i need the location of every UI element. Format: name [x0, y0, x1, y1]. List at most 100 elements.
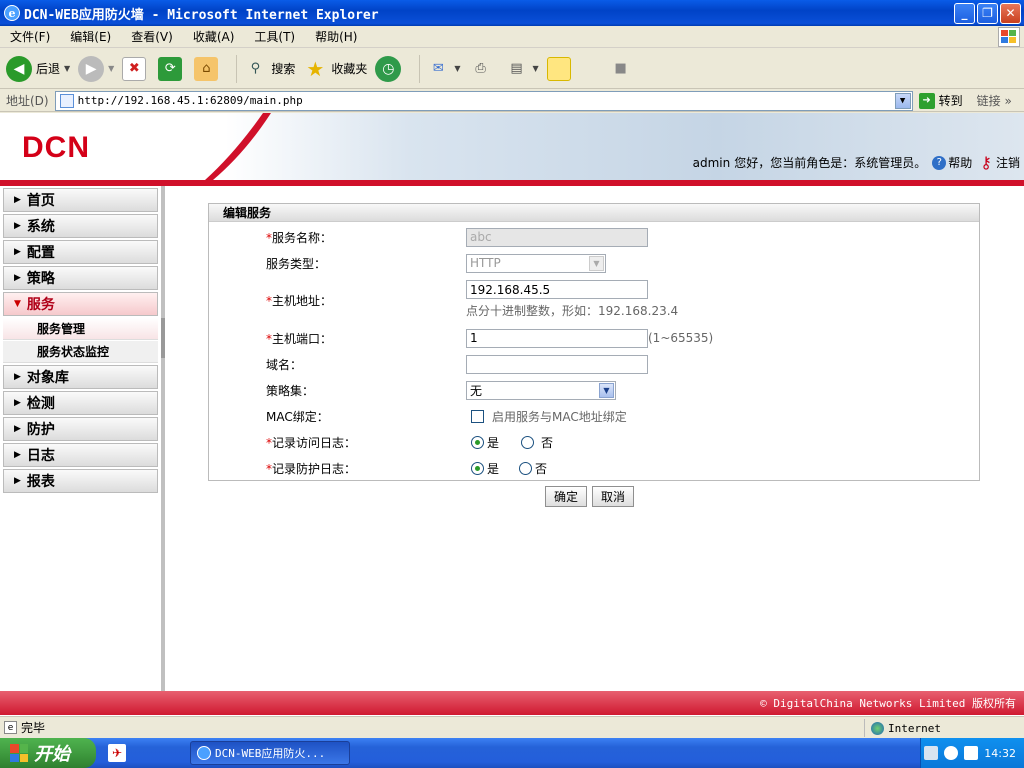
access-log-yes-radio[interactable] — [471, 435, 484, 449]
row-host-port: *主机端口： 1 (1~65535) — [209, 326, 979, 350]
menu-file[interactable]: 文件(F) — [0, 28, 60, 45]
search-icon: ⚲ — [250, 61, 261, 76]
globe-icon — [871, 721, 884, 735]
nav-system[interactable]: ▶ 系统 — [3, 214, 158, 238]
row-host-address: *主机地址： 192.168.45.5 点分十进制整数，形如：192.168.2… — [209, 280, 979, 320]
host-address-input[interactable]: 192.168.45.5 — [466, 280, 648, 299]
quicklaunch-icon[interactable]: ✈ — [108, 744, 126, 762]
row-policy-set: 策略集： 无 ▼ — [209, 378, 979, 402]
menu-tools[interactable]: 工具(T) — [244, 28, 305, 45]
stop-icon: ✖ — [122, 56, 147, 81]
caret-right-icon: ▶ — [14, 273, 21, 283]
tray-collapse-icon[interactable] — [944, 746, 959, 760]
minimize-button[interactable]: _ — [954, 2, 975, 24]
label-service-type: 服务类型： — [266, 256, 327, 271]
row-domain: 域名： — [209, 352, 979, 376]
back-button[interactable]: ◀ 后退 ▼ — [6, 55, 70, 82]
forward-button[interactable]: ▶ ▼ — [78, 55, 114, 82]
caret-right-icon: ▶ — [14, 247, 21, 257]
row-access-log: *记录访问日志： 是 否 — [266, 435, 554, 450]
row-mac-binding: MAC绑定： 启用服务与MAC地址绑定 — [209, 404, 979, 428]
home-button[interactable]: ⌂ — [194, 56, 222, 81]
nav-service-management[interactable]: 服务管理 — [3, 318, 158, 340]
ok-button[interactable]: 确定 — [545, 486, 588, 507]
app-tray-icon[interactable] — [964, 746, 979, 760]
refresh-icon: ⟳ — [158, 56, 183, 81]
edit-button[interactable]: ▤ ▼ — [505, 57, 538, 81]
mac-binding-checkbox[interactable] — [471, 409, 484, 423]
nav-protection[interactable]: ▶ 防护 — [3, 417, 158, 441]
page-header: DCN admin 您好，您当前角色是：系统管理员。 ? 帮助 ⚷ 注销 — [0, 113, 1024, 180]
ie-icon — [197, 746, 211, 760]
star-icon: ★ — [306, 56, 325, 81]
taskbar: 开始 ✈ DCN-WEB应用防火... 14:32 — [0, 738, 1024, 768]
nav-object-library[interactable]: ▶ 对象库 — [3, 365, 158, 389]
key-icon[interactable]: ⚷ — [980, 153, 992, 172]
address-dropdown-icon[interactable]: ▼ — [894, 92, 911, 109]
protect-log-yes-radio[interactable] — [471, 461, 484, 475]
domain-input[interactable] — [466, 354, 648, 374]
toolbar-separator — [419, 54, 421, 83]
search-button[interactable]: ⚲ 搜索 — [243, 57, 296, 81]
title-bar: e DCN-WEB应用防火墙 - Microsoft Internet Expl… — [0, 0, 1024, 26]
address-bar: 地址(D) http://192.168.45.1:62809/main.php… — [0, 90, 1024, 112]
ie-icon: e — [4, 5, 20, 21]
network-icon[interactable] — [924, 746, 939, 760]
help-icon[interactable]: ? — [932, 155, 947, 170]
close-button[interactable]: ✕ — [1000, 2, 1021, 24]
print-button[interactable]: ⎙ — [469, 57, 497, 81]
taskbar-ie-window[interactable]: DCN-WEB应用防火... — [190, 741, 350, 765]
access-log-no-radio[interactable] — [521, 435, 535, 449]
caret-down-icon: ▼ — [14, 299, 21, 309]
discuss-button[interactable] — [546, 56, 575, 81]
nav-service-status-monitor[interactable]: 服务状态监控 — [3, 341, 158, 363]
caret-right-icon: ▶ — [14, 195, 21, 205]
messenger-button[interactable]: ■ — [609, 57, 637, 81]
edit-service-panel: 编辑服务 *服务名称： abc 服务类型： HTTP ▼ *主机地址： 192.1… — [208, 203, 980, 481]
menu-view[interactable]: 查看(V) — [121, 28, 183, 45]
help-link[interactable]: 帮助 — [948, 154, 972, 171]
history-button[interactable]: ◷ — [375, 55, 405, 82]
toolbar: ◀ 后退 ▼ ▶ ▼ ✖ ⟳ ⌂ ⚲ 搜索 ★ 收藏夹 ◷ ✉ ▼ ⎙ ▤ ▼ … — [0, 49, 1024, 89]
window-title: DCN-WEB应用防火墙 - Microsoft Internet Explor… — [24, 7, 379, 23]
favorites-button[interactable]: ★ 收藏夹 — [303, 57, 367, 81]
security-zone: Internet — [864, 719, 941, 737]
nav-log[interactable]: ▶ 日志 — [3, 443, 158, 467]
caret-right-icon: ▶ — [14, 372, 21, 382]
logout-link[interactable]: 注销 — [996, 154, 1020, 171]
maximize-button[interactable]: ❐ — [977, 2, 998, 24]
links-button[interactable]: 链接 » — [977, 92, 1012, 109]
caret-right-icon: ▶ — [14, 476, 21, 486]
nav-config[interactable]: ▶ 配置 — [3, 240, 158, 264]
host-port-input[interactable]: 1 — [466, 328, 648, 348]
address-input[interactable]: http://192.168.45.1:62809/main.php ▼ — [54, 90, 913, 111]
nav-detection[interactable]: ▶ 检测 — [3, 391, 158, 415]
go-button[interactable]: ➜ 转到 — [918, 92, 963, 109]
page-done-icon: e — [4, 721, 17, 734]
menu-help[interactable]: 帮助(H) — [305, 28, 367, 45]
nav-home[interactable]: ▶ 首页 — [3, 188, 158, 212]
sidebar-collapse-handle[interactable] — [161, 318, 165, 358]
refresh-button[interactable]: ⟳ — [158, 56, 186, 81]
system-tray: 14:32 — [920, 738, 1024, 768]
panel-title: 编辑服务 — [209, 204, 979, 222]
nav-policy[interactable]: ▶ 策略 — [3, 266, 158, 290]
windows-logo-icon — [998, 27, 1020, 47]
cancel-button[interactable]: 取消 — [592, 486, 635, 507]
protect-log-no-radio[interactable] — [519, 461, 533, 475]
row-protect-log: *记录防护日志： 是 否 — [266, 461, 548, 476]
service-type-select[interactable]: HTTP ▼ — [466, 253, 606, 273]
start-button[interactable]: 开始 — [0, 738, 96, 768]
service-name-input[interactable]: abc — [466, 227, 648, 247]
mail-button[interactable]: ✉ ▼ — [426, 57, 461, 81]
nav-service[interactable]: ▼ 服务 — [3, 292, 158, 316]
stop-button[interactable]: ✖ — [122, 56, 150, 81]
browser-viewport: DCN admin 您好，您当前角色是：系统管理员。 ? 帮助 ⚷ 注销 ▶ 首页… — [0, 113, 1024, 716]
policy-set-select[interactable]: 无 ▼ — [466, 380, 616, 400]
label-host-port: 主机端口： — [272, 331, 333, 346]
menu-edit[interactable]: 编辑(E) — [60, 28, 121, 45]
menu-favorites[interactable]: 收藏(A) — [183, 28, 245, 45]
sidebar: ▶ 首页 ▶ 系统 ▶ 配置 ▶ 策略 ▼ 服务 服务管理 服务状态监控 ▶ 对象库 ▶ 检测… — [0, 186, 165, 691]
nav-report[interactable]: ▶ 报表 — [3, 469, 158, 493]
row-service-name: *服务名称： abc — [209, 225, 979, 249]
